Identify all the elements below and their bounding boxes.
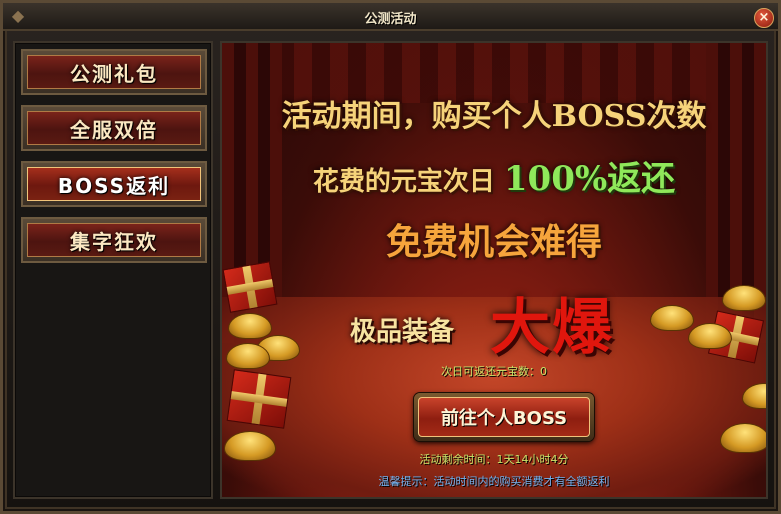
- gold-ingot-icon: [722, 285, 766, 311]
- title-bar[interactable]: ◆ 公测活动 ×: [3, 3, 778, 31]
- sidebar-item-collect-words[interactable]: 集字狂欢: [21, 217, 207, 263]
- goto-boss-label: 前往个人BOSS: [418, 397, 590, 437]
- headline-return-percent: 100%返还: [503, 159, 676, 199]
- close-button[interactable]: ×: [754, 8, 774, 28]
- equip-label: 极品装备: [350, 317, 455, 347]
- sidebar-item-boss-rebate[interactable]: BOSS返利: [21, 161, 207, 207]
- gold-ingot-icon: [228, 313, 272, 339]
- event-window: ◆ 公测活动 × 公测礼包 全服双倍 BOSS返利 集字狂欢 活动期间，购买个人…: [0, 0, 781, 514]
- goto-boss-button[interactable]: 前往个人BOSS: [414, 393, 594, 441]
- event-banner: 活动期间，购买个人BOSS次数 花费的元宝次日 100%返还 免费机会难得 极品…: [220, 41, 768, 499]
- sidebar-item-gift-pack[interactable]: 公测礼包: [21, 49, 207, 95]
- sidebar-item-label: BOSS返利: [27, 167, 201, 201]
- remaining-time-text: 活动剩余时间：1天14小时4分: [419, 453, 569, 466]
- sidebar-item-label: 全服双倍: [27, 111, 201, 145]
- headline-purchase-period: 活动期间，购买个人BOSS次数: [281, 99, 707, 134]
- sidebar-item-double-exp[interactable]: 全服双倍: [21, 105, 207, 151]
- return-count-text: 次日可返还元宝数：0: [441, 365, 547, 378]
- gold-ingot-icon: [650, 305, 694, 331]
- gold-ingot-icon: [720, 423, 766, 453]
- window-title: 公测活动: [364, 12, 417, 27]
- gold-ingot-icon: [688, 323, 732, 349]
- headline-free-chance: 免费机会难得: [385, 221, 602, 263]
- equip-highlight: 大爆: [490, 293, 614, 363]
- sidebar-item-label: 公测礼包: [27, 55, 201, 89]
- gift-box-icon: [222, 261, 278, 313]
- headline-return-prefix: 花费的元宝次日: [312, 167, 495, 197]
- tip-text: 温馨提示：活动时间内的购买消费才有全额返利: [378, 475, 610, 488]
- sidebar: 公测礼包 全服双倍 BOSS返利 集字狂欢: [13, 41, 213, 499]
- headline-return: 花费的元宝次日 100%返还: [222, 151, 766, 200]
- sidebar-item-label: 集字狂欢: [27, 223, 201, 257]
